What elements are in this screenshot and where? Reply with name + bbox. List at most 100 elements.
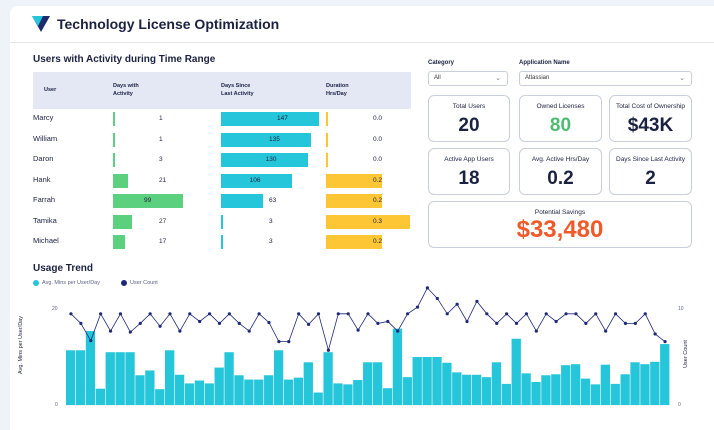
user-count-point bbox=[297, 312, 301, 316]
user-count-point bbox=[514, 321, 519, 325]
user-count-point bbox=[604, 329, 608, 333]
trend-bar bbox=[105, 352, 115, 405]
trend-bar bbox=[303, 362, 313, 405]
trend-bar bbox=[184, 383, 195, 405]
user-count-point bbox=[574, 312, 578, 316]
trend-bar bbox=[333, 383, 343, 405]
trend-bar bbox=[95, 388, 106, 405]
trend-bar bbox=[640, 364, 650, 405]
user-count-point bbox=[217, 321, 222, 325]
user-count-line bbox=[70, 287, 666, 352]
trend-bar bbox=[452, 372, 462, 405]
trend-bar bbox=[224, 352, 234, 405]
user-count-point bbox=[445, 312, 449, 316]
trend-bar bbox=[125, 352, 135, 405]
trend-bar bbox=[481, 377, 492, 405]
trend-bar bbox=[630, 362, 640, 405]
user-count-point bbox=[455, 302, 459, 306]
trend-bar bbox=[600, 364, 610, 405]
trend-bar bbox=[402, 377, 412, 405]
user-count-point bbox=[158, 324, 162, 328]
user-count-point bbox=[386, 319, 390, 324]
user-count-point bbox=[495, 321, 499, 325]
trend-bar bbox=[353, 380, 363, 405]
user-count-point bbox=[79, 321, 83, 325]
dashboard-card: Technology License Optimization Users wi… bbox=[10, 6, 714, 430]
trend-bar bbox=[234, 375, 244, 405]
trend-bar bbox=[531, 381, 541, 405]
user-count-point bbox=[544, 312, 548, 316]
user-count-point bbox=[237, 321, 241, 325]
trend-bar bbox=[541, 375, 551, 405]
trend-bar bbox=[432, 357, 442, 405]
trend-bar bbox=[343, 384, 353, 405]
user-count-point bbox=[663, 340, 667, 344]
user-count-point bbox=[108, 329, 113, 333]
user-count-point bbox=[653, 332, 657, 336]
trend-bar bbox=[323, 352, 333, 405]
trend-bar bbox=[283, 379, 294, 405]
user-count-point bbox=[336, 312, 340, 316]
trend-bar bbox=[660, 344, 670, 405]
user-count-point bbox=[594, 312, 598, 316]
trend-bar bbox=[511, 338, 521, 405]
user-count-point bbox=[564, 312, 568, 316]
trend-bar bbox=[561, 365, 571, 405]
user-count-point bbox=[415, 305, 420, 309]
trend-bar bbox=[174, 374, 185, 405]
trend-bar bbox=[382, 388, 393, 405]
user-count-point bbox=[306, 322, 311, 326]
trend-bar bbox=[204, 383, 214, 405]
user-count-point bbox=[118, 312, 123, 316]
trend-bar bbox=[155, 389, 165, 405]
user-count-point bbox=[247, 329, 251, 333]
trend-bar bbox=[650, 361, 660, 405]
user-count-point bbox=[534, 329, 538, 333]
trend-bar bbox=[412, 357, 422, 405]
user-count-point bbox=[366, 312, 370, 316]
user-count-point bbox=[396, 329, 400, 333]
trend-bar bbox=[264, 375, 274, 405]
trend-bar bbox=[462, 374, 472, 405]
user-count-point bbox=[178, 329, 182, 333]
user-count-point bbox=[257, 312, 261, 316]
usage-trend-chart bbox=[66, 286, 670, 406]
user-count-point bbox=[584, 321, 588, 325]
user-count-point bbox=[406, 312, 410, 316]
trend-bar bbox=[501, 383, 511, 405]
user-count-point bbox=[554, 319, 558, 324]
trend-bar bbox=[521, 373, 531, 405]
user-count-point bbox=[99, 312, 103, 316]
user-count-point bbox=[287, 340, 291, 344]
trend-bar bbox=[471, 374, 482, 405]
trend-bar bbox=[313, 392, 323, 405]
user-count-point bbox=[326, 348, 330, 352]
user-count-point bbox=[188, 312, 192, 316]
user-count-point bbox=[346, 312, 350, 316]
trend-bar bbox=[66, 350, 76, 405]
user-count-point bbox=[475, 299, 479, 303]
user-count-point bbox=[376, 321, 380, 325]
user-count-point bbox=[613, 312, 618, 316]
trend-bar bbox=[145, 370, 155, 405]
trend-bar bbox=[392, 328, 403, 405]
user-count-point bbox=[168, 312, 172, 316]
trend-bar bbox=[590, 384, 601, 405]
user-count-point bbox=[89, 339, 93, 343]
trend-bar bbox=[273, 350, 284, 405]
user-count-point bbox=[485, 312, 489, 316]
user-count-point bbox=[623, 321, 628, 325]
trend-bar bbox=[75, 350, 86, 405]
user-count-point bbox=[207, 312, 212, 316]
trend-bar bbox=[115, 352, 125, 405]
trend-bar bbox=[194, 380, 205, 405]
user-count-point bbox=[425, 286, 430, 290]
user-count-point bbox=[148, 312, 152, 316]
user-count-point bbox=[643, 312, 647, 316]
user-count-point bbox=[524, 312, 529, 316]
trend-bar bbox=[135, 375, 145, 405]
trend-bar bbox=[580, 378, 591, 405]
user-count-point bbox=[69, 312, 73, 316]
trend-bar bbox=[610, 383, 620, 405]
user-count-point bbox=[465, 319, 469, 324]
